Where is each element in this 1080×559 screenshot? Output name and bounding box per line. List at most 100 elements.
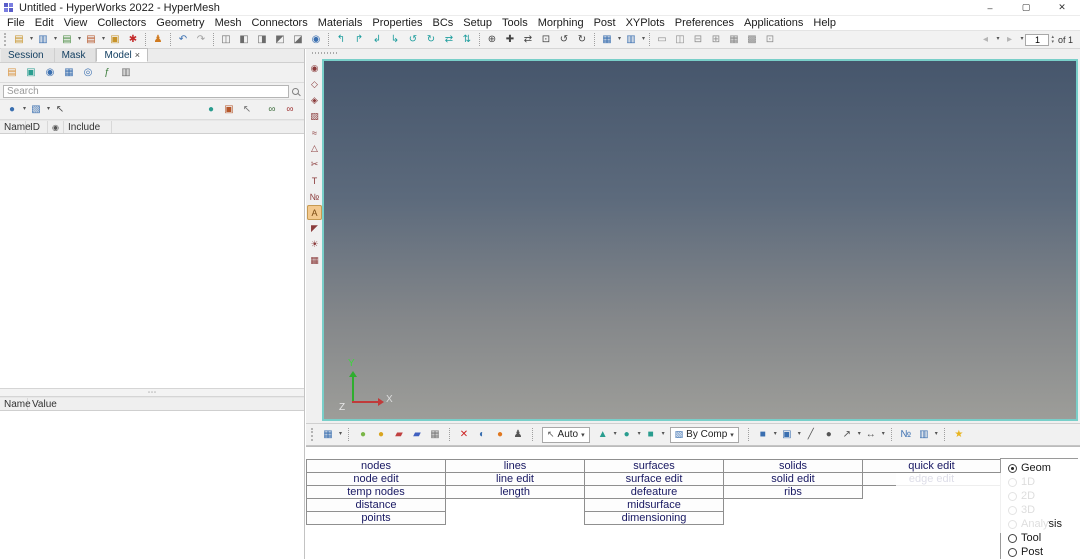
redo-icon[interactable]: ↷	[193, 32, 209, 48]
swap-horizontal-icon[interactable]: ⇄	[441, 32, 457, 48]
previous-view-icon[interactable]: ⇄	[520, 32, 536, 48]
annotation-icon[interactable]: T	[307, 173, 322, 188]
search-input[interactable]	[3, 85, 289, 98]
minimize-button[interactable]: –	[972, 0, 1008, 15]
rotate-cw-icon[interactable]: ↻	[423, 32, 439, 48]
id-manager-icon[interactable]: ▦	[61, 65, 77, 81]
performance-icon[interactable]: ▦	[307, 253, 322, 268]
model-browser-icon[interactable]: ▦	[599, 32, 615, 48]
color-mode-combo[interactable]: ▧ By Comp	[670, 427, 739, 443]
menu-file[interactable]: File	[2, 16, 30, 30]
perspective-icon[interactable]: △	[307, 141, 322, 156]
quick-edit-button[interactable]: quick edit	[862, 459, 1001, 473]
page-stepper[interactable]	[1051, 35, 1054, 45]
menu-view[interactable]: View	[59, 16, 93, 30]
shaded-elements-icon[interactable]: ●	[373, 427, 389, 443]
undo-icon[interactable]: ↶	[175, 32, 191, 48]
temp-nodes-button[interactable]: temp nodes	[306, 485, 446, 499]
feature-lines-icon[interactable]: ≈	[307, 125, 322, 140]
close-button[interactable]: ✕	[1044, 0, 1080, 15]
pan-view-icon[interactable]: ✚	[502, 32, 518, 48]
solid-create-icon[interactable]: ■	[755, 427, 771, 443]
spin-view-icon[interactable]: ↻	[574, 32, 590, 48]
unmask-all-icon[interactable]: ◨	[254, 32, 270, 48]
column-header-id[interactable]: ID	[26, 121, 48, 133]
expand-panel-icon[interactable]: ⊡	[762, 32, 778, 48]
menu-edit[interactable]: Edit	[30, 16, 59, 30]
element-handles-icon[interactable]: ▰	[409, 427, 425, 443]
session-browser-icon[interactable]: ▥	[623, 32, 639, 48]
mask-not-shown-icon[interactable]: ◪	[290, 32, 306, 48]
organize-icon[interactable]: ▣	[23, 65, 39, 81]
next-page-icon[interactable]: ▸	[1001, 32, 1017, 48]
sphere-primitive-icon[interactable]: ●	[619, 427, 635, 443]
distance-button[interactable]: distance	[306, 498, 446, 512]
layout-single-icon[interactable]: ▭	[654, 32, 670, 48]
tab-close-icon[interactable]: ×	[135, 50, 140, 60]
boolean-icon[interactable]: ▣	[779, 427, 795, 443]
dimensioning-button[interactable]: dimensioning	[584, 511, 724, 525]
import-model-icon[interactable]: ▤	[59, 32, 75, 48]
hidden-line-icon[interactable]: ◈	[307, 93, 322, 108]
surfaces-button[interactable]: surfaces	[584, 459, 724, 473]
measure-icon[interactable]: ↔	[863, 427, 879, 443]
swap-vertical-icon[interactable]: ⇅	[459, 32, 475, 48]
save-model-icon[interactable]: ▥	[35, 32, 51, 48]
arc-rotate-icon[interactable]: ↺	[556, 32, 572, 48]
lighting-icon[interactable]: ☀	[307, 237, 322, 252]
midsurface-button[interactable]: midsurface	[584, 498, 724, 512]
record-icon[interactable]: ✱	[125, 32, 141, 48]
user-profiles-icon[interactable]: ♟	[150, 32, 166, 48]
menu-applications[interactable]: Applications	[739, 16, 808, 30]
menu-post[interactable]: Post	[589, 16, 621, 30]
arrow-down-left-icon[interactable]: ↲	[369, 32, 385, 48]
select-arrow-icon[interactable]: ↖	[239, 102, 255, 118]
menu-mesh[interactable]: Mesh	[210, 16, 247, 30]
layout-six-icon[interactable]: ▩	[744, 32, 760, 48]
mode-post[interactable]: Post	[1008, 545, 1078, 559]
vector-create-icon[interactable]: ↗	[839, 427, 855, 443]
numbers-display-icon[interactable]: №	[898, 427, 914, 443]
line-create-icon[interactable]: ╱	[803, 427, 819, 443]
node-create-icon[interactable]: ●	[821, 427, 837, 443]
text-display-icon[interactable]: A	[307, 205, 322, 220]
menu-setup[interactable]: Setup	[458, 16, 497, 30]
component-filter-icon[interactable]: ▧	[28, 102, 44, 118]
parameters-icon[interactable]: ƒ	[99, 65, 115, 81]
graphics-viewport[interactable]: Y X Z	[322, 59, 1078, 421]
menu-collectors[interactable]: Collectors	[92, 16, 151, 30]
fit-view-icon[interactable]: ⊡	[538, 32, 554, 48]
menu-morphing[interactable]: Morphing	[533, 16, 589, 30]
selection-mode-combo[interactable]: ↖ Auto	[542, 427, 590, 443]
points-button[interactable]: points	[306, 511, 446, 525]
search-icon[interactable]	[292, 88, 299, 95]
element-quality-icon[interactable]: ▰	[391, 427, 407, 443]
page-number-input[interactable]	[1025, 34, 1049, 46]
nodes-button[interactable]: nodes	[306, 459, 446, 473]
tags-icon[interactable]: ◤	[307, 221, 322, 236]
layout-three-icon[interactable]: ⊞	[708, 32, 724, 48]
solids-button[interactable]: solids	[723, 459, 863, 473]
numbers-icon[interactable]: №	[307, 189, 322, 204]
open-session-icon[interactable]: ▣	[107, 32, 123, 48]
line-edit-button[interactable]: line edit	[445, 472, 585, 486]
visibility-column-eye-icon[interactable]: ◉	[48, 121, 64, 133]
sidebar-splitter[interactable]	[0, 388, 304, 397]
menu-connectors[interactable]: Connectors	[246, 16, 312, 30]
export-model-icon[interactable]: ▤	[83, 32, 99, 48]
spherical-clip-icon[interactable]: ◐	[474, 427, 490, 443]
layout-hsplit-icon[interactable]: ⊟	[690, 32, 706, 48]
mode-tool[interactable]: Tool	[1008, 531, 1078, 545]
maximize-button[interactable]: ▢	[1008, 0, 1044, 15]
tab-session[interactable]: Session	[1, 48, 55, 62]
arrow-up-right-icon[interactable]: ↱	[351, 32, 367, 48]
includes-icon[interactable]: ▥	[118, 65, 134, 81]
property-header-name[interactable]: Name	[0, 398, 28, 410]
menu-xyplots[interactable]: XYPlots	[621, 16, 670, 30]
lines-button[interactable]: lines	[445, 459, 585, 473]
show-hide-glasses-icon[interactable]: ∞	[264, 102, 280, 118]
entity-state-icon[interactable]: ◉	[42, 65, 58, 81]
mask-panel-icon[interactable]: ◫	[218, 32, 234, 48]
wireframe-icon[interactable]: ◇	[307, 77, 322, 92]
unmask-adjacent-icon[interactable]: ◧	[236, 32, 252, 48]
